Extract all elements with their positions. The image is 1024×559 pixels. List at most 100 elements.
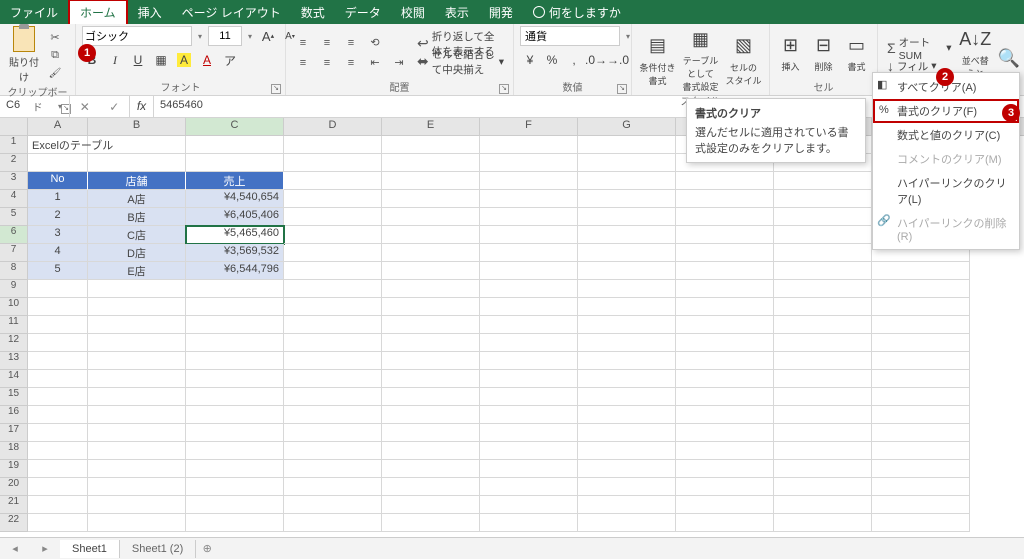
cell-I16[interactable] [774,406,872,424]
cell-H5[interactable] [676,208,774,226]
cell-G16[interactable] [578,406,676,424]
name-box[interactable]: C6▾ [0,96,70,117]
cell-H16[interactable] [676,406,774,424]
cell-J9[interactable] [872,280,970,298]
cell-H7[interactable] [676,244,774,262]
indent-dec[interactable]: ⇤ [364,54,386,72]
sheet-tab-other[interactable]: Sheet1 (2) [120,540,196,558]
cell-B15[interactable] [88,388,186,406]
cell-J13[interactable] [872,352,970,370]
cell-D2[interactable] [284,154,382,172]
tab-insert[interactable]: 挿入 [128,0,172,24]
add-sheet-button[interactable]: ⊕ [196,542,218,555]
dec-decimal[interactable]: →.0 [608,50,628,70]
fill-color-button[interactable]: A [174,50,194,70]
row-header[interactable]: 11 [0,316,28,334]
align-bottom[interactable]: ≡ [340,34,362,52]
cell-E19[interactable] [382,460,480,478]
border-button[interactable]: ▦ [151,50,171,70]
select-all-corner[interactable] [0,118,28,135]
cell-E6[interactable] [382,226,480,244]
cell-J17[interactable] [872,424,970,442]
cell-D14[interactable] [284,370,382,388]
cell-A7[interactable]: 4 [28,244,88,262]
cell-F12[interactable] [480,334,578,352]
cell-E9[interactable] [382,280,480,298]
cell-B2[interactable] [88,154,186,172]
cell-I13[interactable] [774,352,872,370]
italic-button[interactable]: I [105,50,125,70]
row-header[interactable]: 18 [0,442,28,460]
cell-H15[interactable] [676,388,774,406]
cell-C10[interactable] [186,298,284,316]
align-right[interactable]: ≡ [340,54,362,72]
worksheet-grid[interactable]: ABCDEFGHIJ 1Excelのテーブル23No店舗売上41A店¥4,540… [0,118,1024,538]
row-header[interactable]: 20 [0,478,28,496]
cell-J19[interactable] [872,460,970,478]
font-name-input[interactable] [82,26,192,46]
tab-data[interactable]: データ [335,0,391,24]
cell-I7[interactable] [774,244,872,262]
cell-I10[interactable] [774,298,872,316]
cell-B14[interactable] [88,370,186,388]
row-header[interactable]: 1 [0,136,28,154]
cell-C13[interactable] [186,352,284,370]
cell-C18[interactable] [186,442,284,460]
cell-C17[interactable] [186,424,284,442]
row-header[interactable]: 12 [0,334,28,352]
cell-H21[interactable] [676,496,774,514]
cell-G2[interactable] [578,154,676,172]
cell-E3[interactable] [382,172,480,190]
cell-D4[interactable] [284,190,382,208]
cell-A15[interactable] [28,388,88,406]
cell-D15[interactable] [284,388,382,406]
cell-F21[interactable] [480,496,578,514]
row-header[interactable]: 19 [0,460,28,478]
cell-E2[interactable] [382,154,480,172]
font-color-button[interactable]: A [197,50,217,70]
cell-A11[interactable] [28,316,88,334]
cell-H4[interactable] [676,190,774,208]
cell-C11[interactable] [186,316,284,334]
cell-E7[interactable] [382,244,480,262]
cell-C6[interactable]: ¥5,465,460 [186,226,284,244]
cell-H17[interactable] [676,424,774,442]
cell-F1[interactable] [480,136,578,154]
cell-B8[interactable]: E店 [88,262,186,280]
clear-comments-item[interactable]: コメントのクリア(M) [873,147,1019,171]
cell-C12[interactable] [186,334,284,352]
cell-B7[interactable]: D店 [88,244,186,262]
cell-F13[interactable] [480,352,578,370]
cell-I22[interactable] [774,514,872,532]
cell-E20[interactable] [382,478,480,496]
cell-A3[interactable]: No [28,172,88,190]
cell-F3[interactable] [480,172,578,190]
tab-page-layout[interactable]: ページ レイアウト [172,0,291,24]
cell-H10[interactable] [676,298,774,316]
cell-H18[interactable] [676,442,774,460]
cell-D20[interactable] [284,478,382,496]
cell-E8[interactable] [382,262,480,280]
cell-I4[interactable] [774,190,872,208]
cell-E22[interactable] [382,514,480,532]
cell-F19[interactable] [480,460,578,478]
cell-G8[interactable] [578,262,676,280]
align-middle[interactable]: ≡ [316,34,338,52]
row-header[interactable]: 9 [0,280,28,298]
cell-G21[interactable] [578,496,676,514]
cell-E15[interactable] [382,388,480,406]
cell-I12[interactable] [774,334,872,352]
cell-A21[interactable] [28,496,88,514]
row-header[interactable]: 13 [0,352,28,370]
cell-D18[interactable] [284,442,382,460]
alignment-launcher[interactable]: ↘ [499,84,509,94]
cell-J21[interactable] [872,496,970,514]
enter-formula[interactable]: ✓ [109,100,119,114]
cell-A17[interactable] [28,424,88,442]
cell-E13[interactable] [382,352,480,370]
row-header[interactable]: 7 [0,244,28,262]
percent-button[interactable]: % [542,50,562,70]
cell-A2[interactable] [28,154,88,172]
cell-J11[interactable] [872,316,970,334]
clear-contents-item[interactable]: 数式と値のクリア(C) [873,123,1019,147]
